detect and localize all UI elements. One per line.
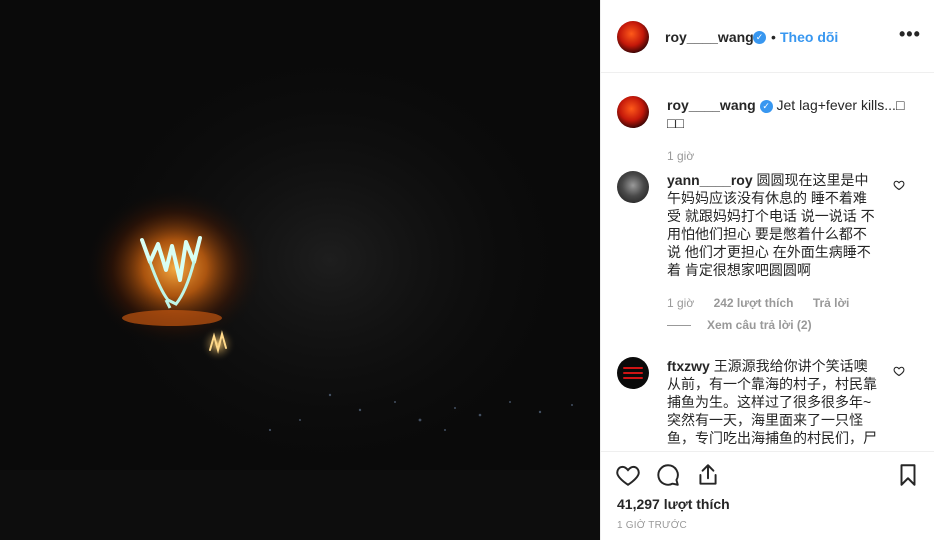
post-actions: 41,297 lượt thích 1 GIỜ TRƯỚC: [601, 451, 934, 540]
caption-time[interactable]: 1 giờ: [667, 149, 694, 163]
bookmark-icon[interactable]: [895, 462, 921, 488]
caption: roy____wang ✓ Jet lag+fever kills...□□□ …: [617, 96, 917, 163]
comment-time[interactable]: 1 giờ: [667, 296, 694, 310]
comment-body: yann____roy 圆圆现在这里是中午妈妈应该没有休息的 睡不着难受 就跟妈…: [667, 171, 879, 279]
comment-like-heart-icon[interactable]: [893, 179, 905, 191]
avatar[interactable]: [617, 21, 649, 53]
share-icon[interactable]: [695, 462, 721, 488]
list-item: yann____roy 圆圆现在这里是中午妈妈应该没有休息的 睡不着难受 就跟妈…: [617, 171, 917, 341]
avatar[interactable]: [617, 357, 649, 389]
comment-body: ftxzwy 王源源我给你讲个笑话噢 从前，有一个靠海的村子，村民靠捕鱼为生。这…: [667, 357, 879, 447]
caption-meta: 1 giờ: [667, 149, 710, 163]
comment-username[interactable]: yann____roy: [667, 172, 753, 188]
post-author-username[interactable]: roy____wang: [665, 29, 754, 45]
caption-username[interactable]: roy____wang: [667, 97, 756, 113]
list-item: ftxzwy 王源源我给你讲个笑话噢 从前，有一个靠海的村子，村民靠捕鱼为生。这…: [617, 357, 917, 451]
separator-dot: •: [771, 29, 776, 45]
follow-button[interactable]: Theo dõi: [780, 29, 838, 45]
caption-body: roy____wang ✓ Jet lag+fever kills...□□□: [667, 96, 907, 132]
heart-icon[interactable]: [615, 462, 641, 488]
comment-username[interactable]: ftxzwy: [667, 358, 710, 374]
reply-button[interactable]: Trả lời: [813, 296, 850, 310]
post-photo[interactable]: [0, 0, 600, 540]
verified-badge-icon: ✓: [759, 99, 773, 113]
avatar[interactable]: [617, 96, 649, 128]
view-replies-button[interactable]: Xem câu trả lời (2): [667, 318, 812, 332]
verified-badge-icon: ✓: [753, 31, 766, 44]
comment-icon[interactable]: [655, 462, 681, 488]
comment-like-heart-icon[interactable]: [893, 365, 905, 377]
view-replies-label: Xem câu trả lời (2): [707, 318, 812, 332]
more-options-icon[interactable]: •••: [899, 24, 921, 45]
replies-divider: [667, 325, 691, 327]
post-timestamp[interactable]: 1 GIỜ TRƯỚC: [617, 520, 687, 531]
comment-meta: 1 giờ 242 lượt thích Trả lời: [667, 296, 865, 310]
avatar[interactable]: [617, 171, 649, 203]
post-header: roy____wang ✓ • Theo dõi •••: [601, 0, 934, 73]
post-details-panel: roy____wang ✓ • Theo dõi ••• roy____wang…: [600, 0, 934, 540]
comments-list[interactable]: roy____wang ✓ Jet lag+fever kills...□□□ …: [601, 73, 934, 451]
light-bulb-photo: [0, 0, 600, 540]
likes-count[interactable]: 41,297 lượt thích: [617, 496, 730, 512]
comment-likes[interactable]: 242 lượt thích: [714, 296, 794, 310]
